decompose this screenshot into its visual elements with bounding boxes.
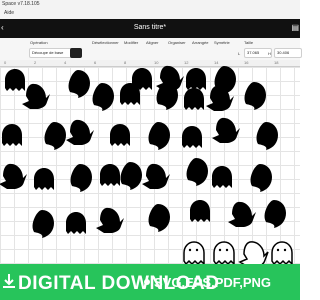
ghost-icon [110, 124, 130, 146]
organiser-button[interactable]: Organiser [168, 40, 186, 45]
ghost-icon [250, 164, 272, 192]
operation-select[interactable]: Découpe de base [29, 48, 73, 58]
formats-label: SVG,EPS,PDF,PNG [154, 275, 272, 290]
ghost-outline-icon [213, 241, 235, 265]
ghost-icon [228, 201, 256, 227]
ghost-icon [120, 162, 142, 190]
ghost-icon [264, 200, 286, 228]
separator-dot [144, 279, 150, 285]
ghost-icon [44, 122, 66, 150]
ghost-icon [34, 168, 54, 190]
ghost-icon [244, 82, 266, 110]
modifier-button[interactable]: Modifier [124, 40, 138, 45]
ghost-icon [2, 124, 22, 146]
ghost-icon [182, 126, 202, 148]
top-menubar: ‹ Sans titre* ▤ [0, 19, 300, 38]
document-title: Sans titre* [133, 24, 167, 31]
ghost-icon [212, 166, 232, 188]
ghost-icon [66, 119, 94, 145]
menu-help[interactable]: Aide [4, 10, 14, 16]
symetry-button[interactable]: Symétrie [214, 40, 230, 45]
ghost-icon [66, 212, 86, 234]
color-swatch[interactable] [70, 48, 82, 58]
ghost-icon [70, 164, 92, 192]
operation-label: Opération [30, 40, 48, 45]
ghost-icon [96, 207, 124, 233]
ghost-outline-icon [271, 241, 293, 265]
ghost-icon [22, 83, 50, 109]
ghost-icon [190, 200, 210, 222]
ghost-icon [142, 163, 170, 189]
ghost-icon [32, 210, 54, 238]
ghost-icon [120, 83, 140, 105]
size-h-label: H [268, 51, 271, 56]
edit-toolbar: Opération Découpe de base Désélectionner… [0, 38, 302, 61]
save-icon[interactable]: ▤ [291, 23, 299, 32]
ghost-icon [68, 70, 90, 98]
ghost-icon [212, 117, 240, 143]
ghost-icon [100, 164, 120, 186]
ghost-icon [186, 158, 208, 186]
aligner-button[interactable]: Aligner [146, 40, 158, 45]
window-titlebar: Space v7.18.105 Aide [0, 0, 300, 19]
ghost-icon [0, 163, 27, 189]
download-banner: DIGITAL DOWNLOAD SVG,EPS,PDF,PNG [0, 264, 300, 300]
app-title: Space v7.18.105 [2, 1, 40, 7]
download-icon [3, 274, 15, 288]
ghost-icon [5, 69, 25, 91]
size-w-label: L [238, 51, 241, 56]
size-height-field[interactable]: 30.406 [274, 48, 302, 58]
ghost-icon [184, 88, 204, 110]
ghost-outline-icon [183, 241, 205, 265]
arrange-button[interactable]: Arrangée [192, 40, 208, 45]
ghost-icon [148, 122, 170, 150]
size-label: Taille [244, 40, 254, 45]
ghost-icon [186, 68, 206, 90]
ghost-icon [92, 83, 114, 111]
deselect-button[interactable]: Désélectionner [92, 40, 119, 45]
ghost-icon [148, 204, 170, 232]
ghost-icon [256, 122, 278, 150]
